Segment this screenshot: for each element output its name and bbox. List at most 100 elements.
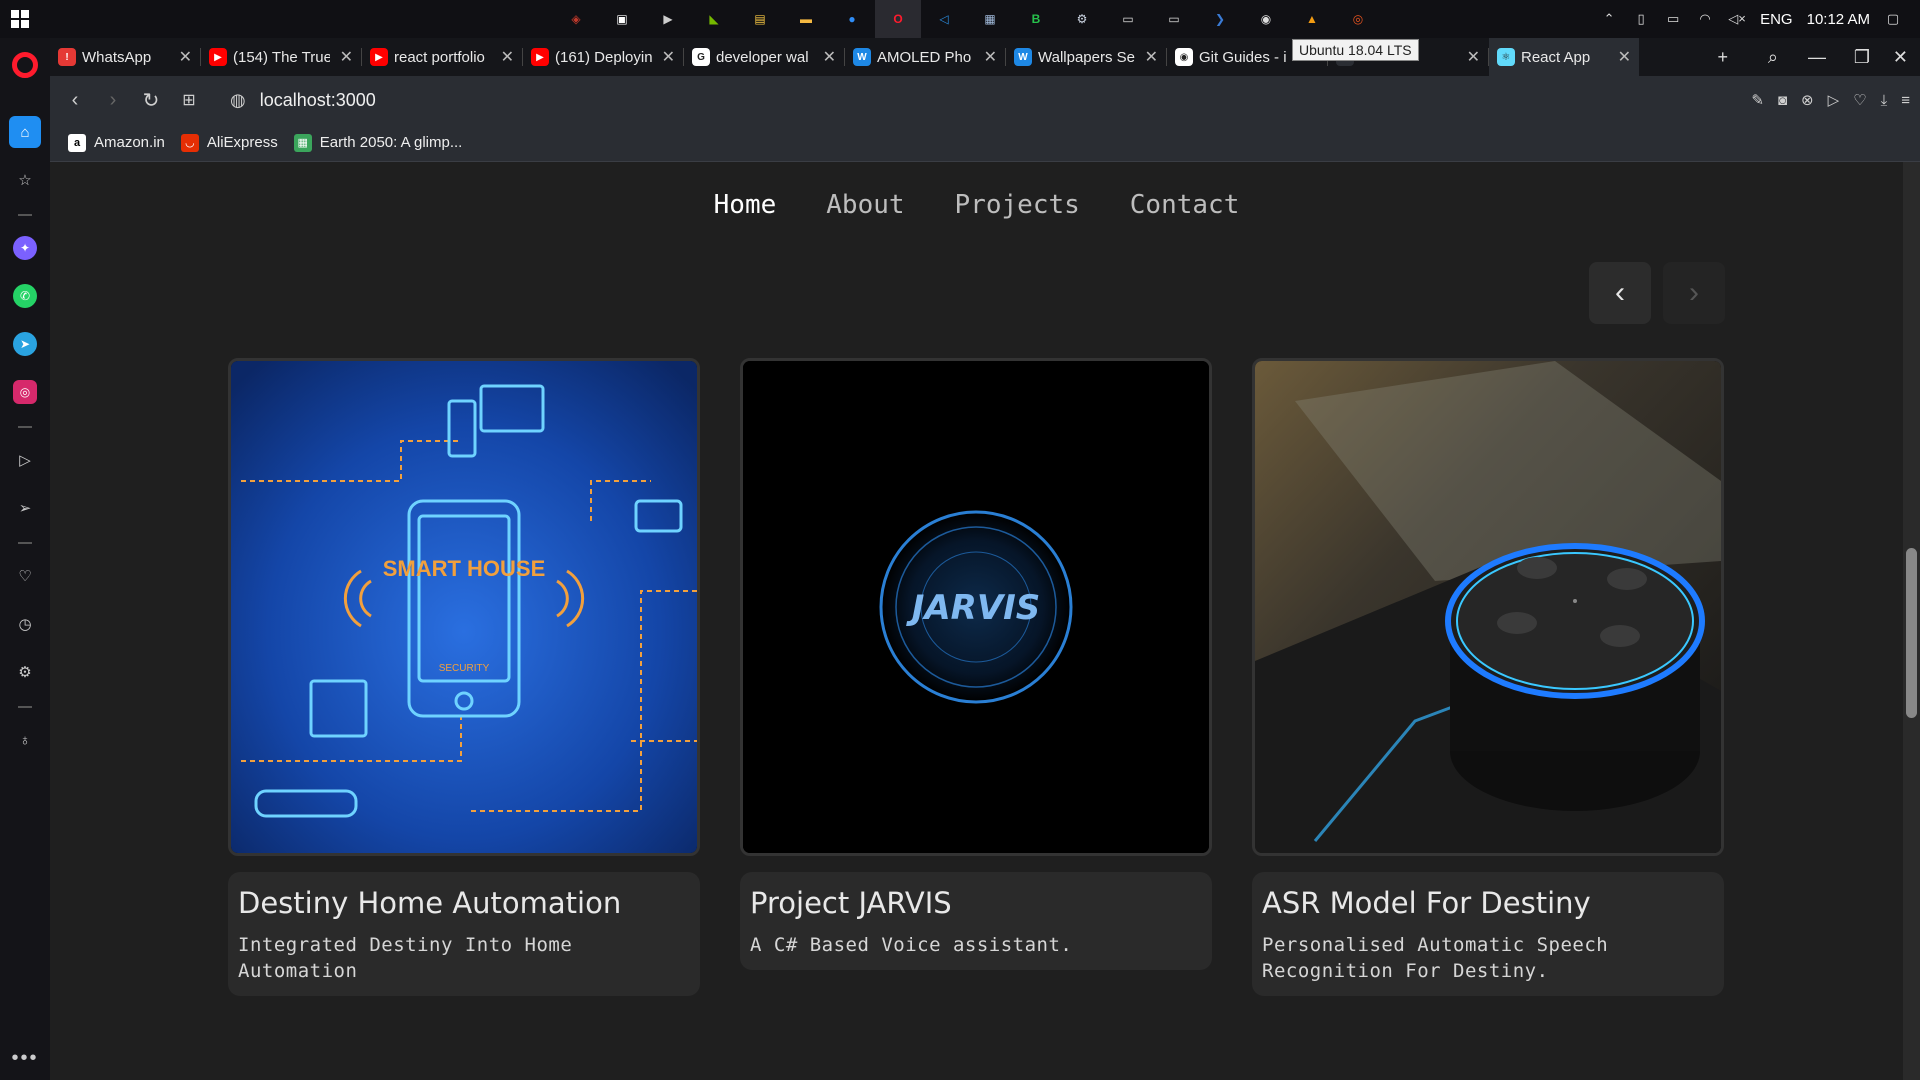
close-window-icon[interactable]: ✕ bbox=[1893, 47, 1908, 68]
smart-house-label: SMART HOUSE bbox=[383, 556, 546, 581]
tips-lightbulb-icon[interactable]: ♁ bbox=[9, 724, 41, 756]
speed-dial-home-icon[interactable]: ⌂ bbox=[9, 116, 41, 148]
nav-link-home[interactable]: Home bbox=[714, 190, 777, 220]
whatsapp-icon[interactable]: ✆ bbox=[9, 280, 41, 312]
taskbar-app-nvidia[interactable]: ◣ bbox=[691, 0, 737, 38]
taskbar-app-acer[interactable]: ◈ bbox=[553, 0, 599, 38]
taskbar-app-steam[interactable]: ⚙ bbox=[1059, 0, 1105, 38]
tab-grid-icon[interactable]: ⊞ bbox=[170, 81, 208, 119]
taskbar-app-image-viewer[interactable]: ▦ bbox=[967, 0, 1013, 38]
bookmark-heart-icon[interactable]: ♡ bbox=[1853, 91, 1866, 109]
project-info: Project JARVIS A C# Based Voice assistan… bbox=[740, 872, 1212, 970]
bookmark-item[interactable]: a Amazon.in bbox=[68, 133, 165, 152]
close-tab-icon[interactable]: ✕ bbox=[1618, 47, 1631, 67]
project-card[interactable]: SMART HOUSE SECURITY Destiny Home Automa… bbox=[228, 358, 700, 996]
taskbar-app-file-manager[interactable]: ▤ bbox=[737, 0, 783, 38]
flow-send-icon[interactable]: ➢ bbox=[9, 492, 41, 524]
history-clock-icon[interactable]: ◷ bbox=[9, 608, 41, 640]
taskbar-app-bluestacks[interactable]: B bbox=[1013, 0, 1059, 38]
windows-start-button[interactable] bbox=[0, 0, 40, 38]
taskbar-app-opera[interactable]: O bbox=[875, 0, 921, 38]
browser-tab[interactable]: ⚛ React App ✕ bbox=[1489, 38, 1639, 76]
close-tab-icon[interactable]: ✕ bbox=[1145, 47, 1158, 67]
edit-icon[interactable]: ✎ bbox=[1751, 91, 1764, 109]
nav-link-projects[interactable]: Projects bbox=[955, 190, 1080, 220]
instagram-icon[interactable]: ◎ bbox=[9, 376, 41, 408]
bookmark-item[interactable]: ◡ AliExpress bbox=[180, 133, 278, 152]
send-icon[interactable]: ▷ bbox=[1828, 91, 1840, 109]
taskbar-app-folder[interactable]: ▬ bbox=[783, 0, 829, 38]
file-manager-icon: ▤ bbox=[754, 12, 766, 26]
project-info: ASR Model For Destiny Personalised Autom… bbox=[1252, 872, 1724, 996]
close-tab-icon[interactable]: ✕ bbox=[179, 47, 192, 67]
player-icon[interactable]: ▷ bbox=[9, 444, 41, 476]
browser-tab[interactable]: ! WhatsApp ✕ bbox=[50, 38, 200, 76]
reload-icon[interactable]: ↻ bbox=[132, 81, 170, 119]
project-card[interactable]: ASR Model For Destiny Personalised Autom… bbox=[1252, 358, 1724, 996]
taskbar-app-ubuntu[interactable]: ◎ bbox=[1335, 0, 1381, 38]
close-tab-icon[interactable]: ✕ bbox=[662, 47, 675, 67]
project-image-echo-dot bbox=[1252, 358, 1724, 856]
scrollbar-thumb[interactable] bbox=[1906, 548, 1917, 718]
taskbar-app-powershell[interactable]: ❯ bbox=[1197, 0, 1243, 38]
clock[interactable]: 10:12 AM bbox=[1807, 11, 1870, 28]
browser-tab[interactable]: Gdeveloper wal ✕ bbox=[684, 38, 844, 76]
easy-setup-icon[interactable]: ≡ bbox=[1901, 92, 1910, 109]
chevron-up-icon[interactable]: ⌃ bbox=[1600, 10, 1618, 28]
language-indicator[interactable]: ENG bbox=[1760, 11, 1793, 28]
taskbar-app-obs[interactable]: ◉ bbox=[1243, 0, 1289, 38]
bookmarks-heart-icon[interactable]: ♡ bbox=[9, 560, 41, 592]
taskbar-app-console[interactable]: ▭ bbox=[1151, 0, 1197, 38]
wifi-icon[interactable]: ◠ bbox=[1696, 10, 1714, 28]
close-tab-icon[interactable]: ✕ bbox=[1467, 47, 1480, 67]
close-tab-icon[interactable]: ✕ bbox=[984, 47, 997, 67]
adblock-icon[interactable]: ⊗ bbox=[1801, 91, 1814, 109]
device-icon[interactable]: ▯ bbox=[1632, 10, 1650, 28]
echo-dot-photo bbox=[1255, 361, 1721, 853]
taskbar-app-vlc[interactable]: ▲ bbox=[1289, 0, 1335, 38]
browser-tab[interactable]: ▶ (161) Deploying ✕ bbox=[523, 38, 683, 76]
more-options-icon[interactable]: ••• bbox=[11, 1047, 38, 1070]
taskbar-app-vscode[interactable]: ◁ bbox=[921, 0, 967, 38]
volume-muted-icon[interactable]: ◁× bbox=[1728, 10, 1746, 28]
taskbar-app-terminal[interactable]: ▶ bbox=[645, 0, 691, 38]
folder-icon: ▬ bbox=[800, 12, 812, 26]
browser-tab[interactable]: ▶ (154) The True ✕ bbox=[201, 38, 361, 76]
restore-icon[interactable]: ❐ bbox=[1854, 47, 1870, 68]
snapshot-camera-icon[interactable]: ◙ bbox=[1778, 92, 1787, 109]
taskbar-tooltip: Ubuntu 18.04 LTS bbox=[1292, 39, 1419, 61]
minimize-icon[interactable]: — bbox=[1808, 47, 1826, 68]
project-description: Integrated Destiny Into Home Automation bbox=[238, 934, 573, 982]
forward-icon[interactable]: › bbox=[94, 81, 132, 119]
tab-favicon-icon: ▶ bbox=[531, 48, 549, 66]
browser-tab[interactable]: W Wallpapers Se ✕ bbox=[1006, 38, 1166, 76]
chevron-left-icon: ‹ bbox=[1615, 276, 1625, 309]
bookmark-item[interactable]: ▦ Earth 2050: A glimp... bbox=[293, 133, 462, 152]
browser-tab[interactable]: W AMOLED Pho ✕ bbox=[845, 38, 1005, 76]
back-icon[interactable]: ‹ bbox=[56, 81, 94, 119]
close-tab-icon[interactable]: ✕ bbox=[501, 47, 514, 67]
messenger-icon[interactable]: ✦ bbox=[9, 232, 41, 264]
carousel-prev-button[interactable]: ‹ bbox=[1589, 262, 1651, 324]
taskbar-app-task-view[interactable]: ▣ bbox=[599, 0, 645, 38]
tab-title: Wallpapers Se bbox=[1038, 48, 1135, 66]
close-tab-icon[interactable]: ✕ bbox=[340, 47, 353, 67]
opera-logo-icon[interactable] bbox=[12, 52, 38, 78]
carousel-next-button[interactable]: › bbox=[1663, 262, 1725, 324]
notifications-icon[interactable]: ▢ bbox=[1884, 10, 1902, 28]
close-tab-icon[interactable]: ✕ bbox=[823, 47, 836, 67]
taskbar-app-firefox[interactable]: ● bbox=[829, 0, 875, 38]
url-field[interactable]: ◍ localhost:3000 bbox=[230, 90, 376, 111]
nav-link-contact[interactable]: Contact bbox=[1130, 190, 1240, 220]
battery-icon[interactable]: ▭ bbox=[1664, 10, 1682, 28]
browser-tab[interactable]: ▶ react portfolio ✕ bbox=[362, 38, 522, 76]
taskbar-app-cmd[interactable]: ▭ bbox=[1105, 0, 1151, 38]
tab-search-icon[interactable]: ⌕ bbox=[1768, 47, 1778, 68]
telegram-icon[interactable]: ➤ bbox=[9, 328, 41, 360]
downloads-icon[interactable]: ⤓ bbox=[1881, 92, 1888, 109]
project-card[interactable]: JARVIS Project JARVIS A C# Based Voice a… bbox=[740, 358, 1212, 996]
new-tab-icon[interactable]: + bbox=[1717, 47, 1728, 68]
nav-link-about[interactable]: About bbox=[826, 190, 904, 220]
pinboard-star-icon[interactable]: ☆ bbox=[9, 164, 41, 196]
settings-gear-icon[interactable]: ⚙ bbox=[9, 656, 41, 688]
